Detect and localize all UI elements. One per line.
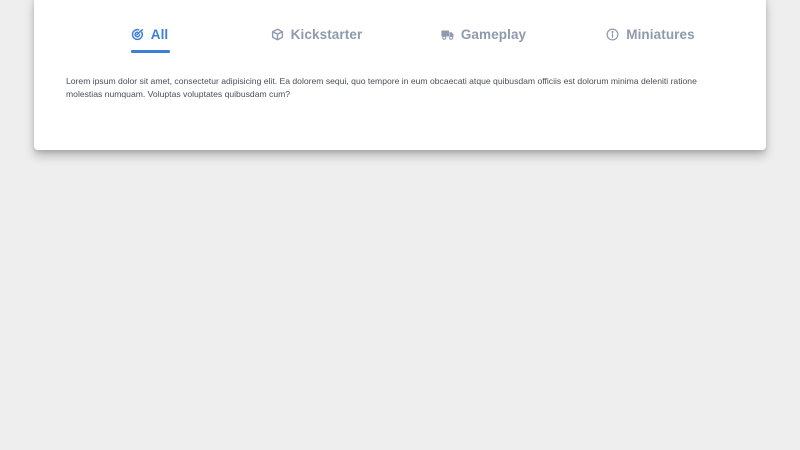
tab-all-label: All xyxy=(150,26,169,42)
tab-panel-text: Lorem ipsum dolor sit amet, consectetur … xyxy=(66,76,697,99)
cube-icon xyxy=(271,28,284,41)
tab-bar: All Kickstarter Gameplay Miniatures xyxy=(66,24,734,58)
tab-gameplay-label: Gameplay xyxy=(460,26,527,42)
tabs-card: All Kickstarter Gameplay Miniatures Lore… xyxy=(34,0,766,150)
tab-kickstarter-inner: Kickstarter xyxy=(271,24,363,44)
tab-miniatures[interactable]: Miniatures xyxy=(567,24,734,58)
tab-all-inner: All xyxy=(130,24,170,53)
info-circle-icon xyxy=(606,28,619,41)
truck-icon xyxy=(441,28,454,41)
tab-gameplay[interactable]: Gameplay xyxy=(400,24,567,58)
tasks-icon xyxy=(131,28,144,41)
tab-miniatures-inner: Miniatures xyxy=(606,24,695,44)
tab-gameplay-inner: Gameplay xyxy=(441,24,526,44)
tab-miniatures-label: Miniatures xyxy=(626,26,695,42)
tab-kickstarter[interactable]: Kickstarter xyxy=(233,24,400,58)
tab-all[interactable]: All xyxy=(66,24,233,58)
tab-kickstarter-label: Kickstarter xyxy=(290,26,363,42)
